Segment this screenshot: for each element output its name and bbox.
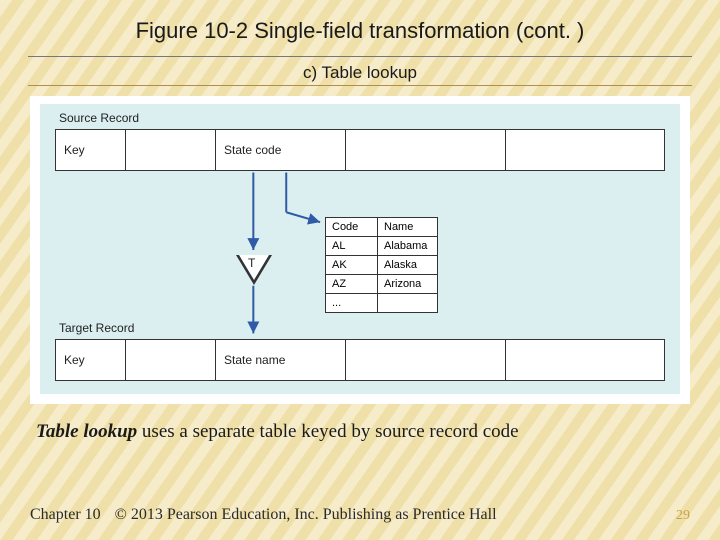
source-record-row: Key State code <box>55 129 665 171</box>
transform-letter: T <box>248 256 255 270</box>
lookup-table: CodeName ALAlabama AKAlaska AZArizona ..… <box>325 217 438 313</box>
lookup-header-code: Code <box>326 218 378 237</box>
diagram-container: Source Record Key State code CodeName AL… <box>30 96 690 404</box>
figure-title: Figure 10-2 Single-field transformation … <box>28 18 692 52</box>
footer-left: Chapter 10 © 2013 Pearson Education, Inc… <box>30 506 497 524</box>
slide: Figure 10-2 Single-field transformation … <box>0 0 720 540</box>
target-record-label: Target Record <box>59 321 134 335</box>
figure-subtitle: c) Table lookup <box>28 63 692 83</box>
caption-rest: uses a separate table keyed by source re… <box>137 421 518 442</box>
chapter-label: Chapter 10 <box>30 506 101 523</box>
footer: Chapter 10 © 2013 Pearson Education, Inc… <box>30 506 690 524</box>
source-field-cell: State code <box>216 130 346 170</box>
target-gap-cell <box>126 340 216 380</box>
source-empty-2 <box>506 130 665 170</box>
caption-bold: Table lookup <box>36 421 137 442</box>
lookup-header-name: Name <box>378 218 438 237</box>
table-row: ALAlabama <box>326 237 438 256</box>
table-row: ... <box>326 294 438 313</box>
table-row: AZArizona <box>326 275 438 294</box>
target-field-cell: State name <box>216 340 346 380</box>
page-number: 29 <box>676 508 690 524</box>
title-rule <box>28 56 692 57</box>
table-row: CodeName <box>326 218 438 237</box>
source-record-label: Source Record <box>59 111 139 125</box>
source-empty-1 <box>346 130 506 170</box>
target-empty-1 <box>346 340 506 380</box>
target-key-cell: Key <box>56 340 126 380</box>
target-record-row: Key State name <box>55 339 665 381</box>
copyright-text: © 2013 Pearson Education, Inc. Publishin… <box>115 506 497 523</box>
caption: Table lookup uses a separate table keyed… <box>36 420 684 445</box>
diagram: Source Record Key State code CodeName AL… <box>40 104 680 394</box>
target-empty-2 <box>506 340 665 380</box>
subtitle-rule <box>28 85 692 86</box>
source-gap-cell <box>126 130 216 170</box>
table-row: AKAlaska <box>326 256 438 275</box>
source-key-cell: Key <box>56 130 126 170</box>
